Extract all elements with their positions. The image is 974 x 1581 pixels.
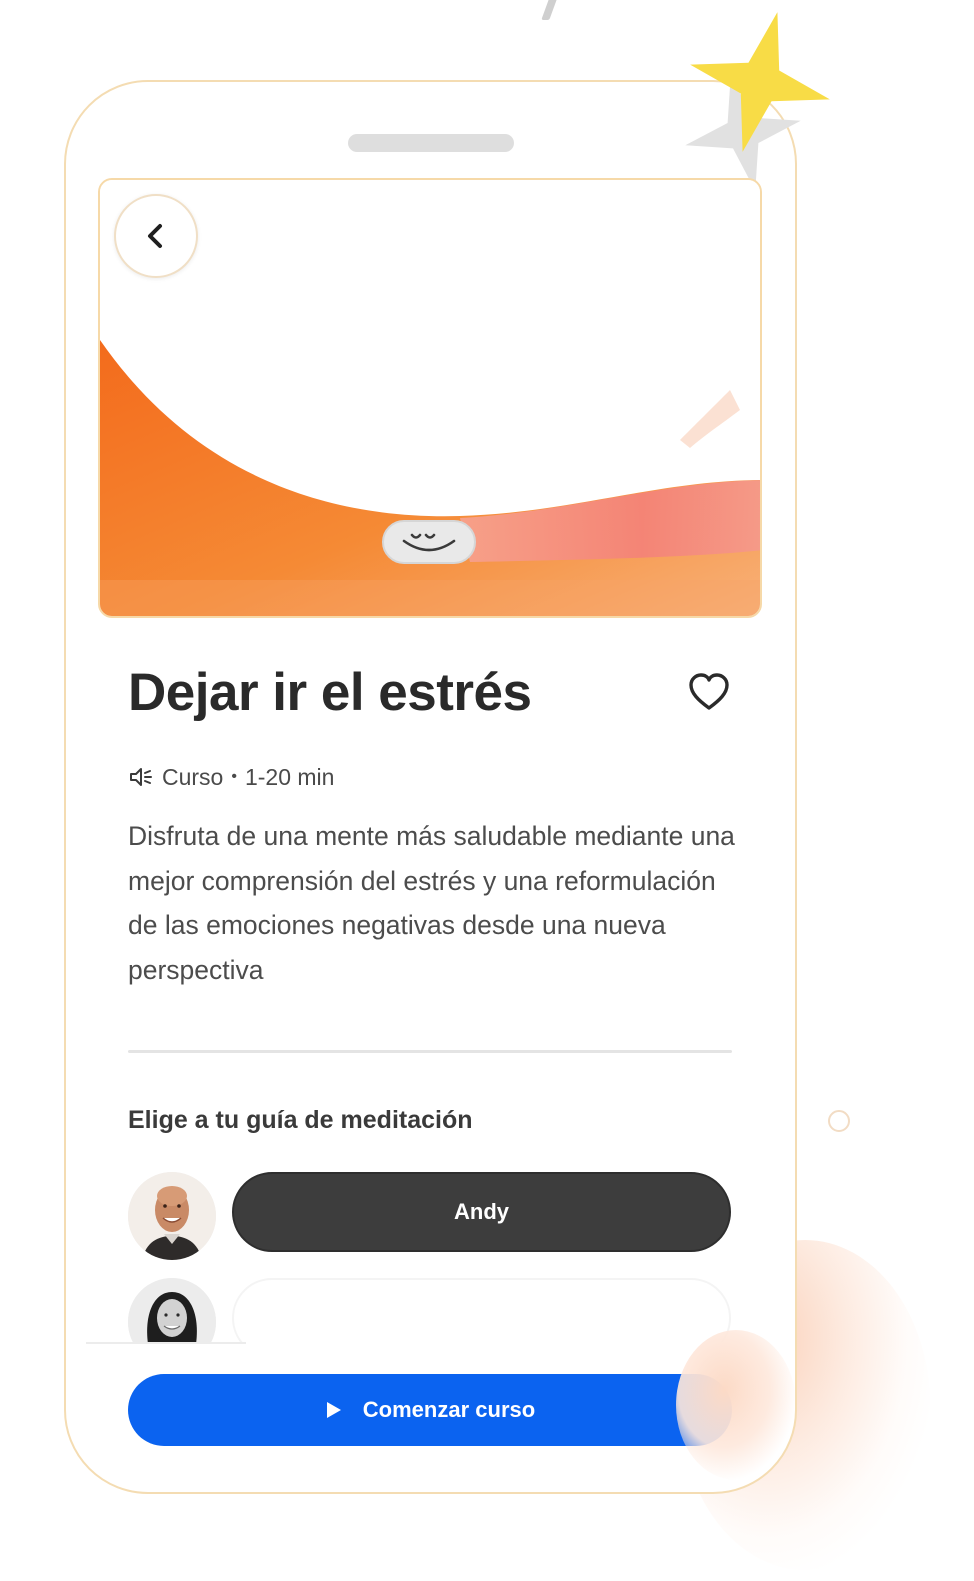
avatar-photo <box>128 1172 216 1260</box>
heart-outline-icon <box>689 673 729 710</box>
list-fade-cover <box>86 1342 776 1376</box>
list-fade-edge <box>86 1342 246 1344</box>
course-type: Curso <box>162 763 224 790</box>
section-divider <box>128 1050 732 1053</box>
course-duration: 1-20 min <box>244 763 335 790</box>
guide-avatar-andy[interactable] <box>128 1172 216 1260</box>
course-meta: Curso • 1-20 min <box>128 762 334 792</box>
start-course-button[interactable]: Comenzar curso <box>128 1374 732 1446</box>
speaker-icon <box>130 768 152 786</box>
decorative-stroke <box>541 0 559 20</box>
favorite-button[interactable] <box>688 672 730 714</box>
decorative-peach-blob-small <box>676 1330 796 1480</box>
course-title: Dejar ir el estrés <box>128 663 532 722</box>
smile-logo-icon <box>402 533 456 552</box>
screen: Dejar ir el estrés Curso • 1-20 min Disf… <box>0 0 974 1581</box>
chevron-left-icon <box>148 224 162 248</box>
start-course-label: Comenzar curso <box>362 1397 536 1422</box>
brand-logo <box>382 520 476 564</box>
back-button[interactable] <box>114 194 198 278</box>
guide-section-heading: Elige a tu guía de meditación <box>128 1106 473 1134</box>
phone-speaker-notch <box>348 134 514 152</box>
guide-option-andy[interactable]: Andy <box>232 1172 731 1252</box>
course-description: Disfruta de una mente más saludable medi… <box>128 821 735 985</box>
play-icon <box>326 1402 341 1418</box>
meta-separator: • <box>231 768 237 785</box>
decorative-ring <box>828 1110 850 1132</box>
